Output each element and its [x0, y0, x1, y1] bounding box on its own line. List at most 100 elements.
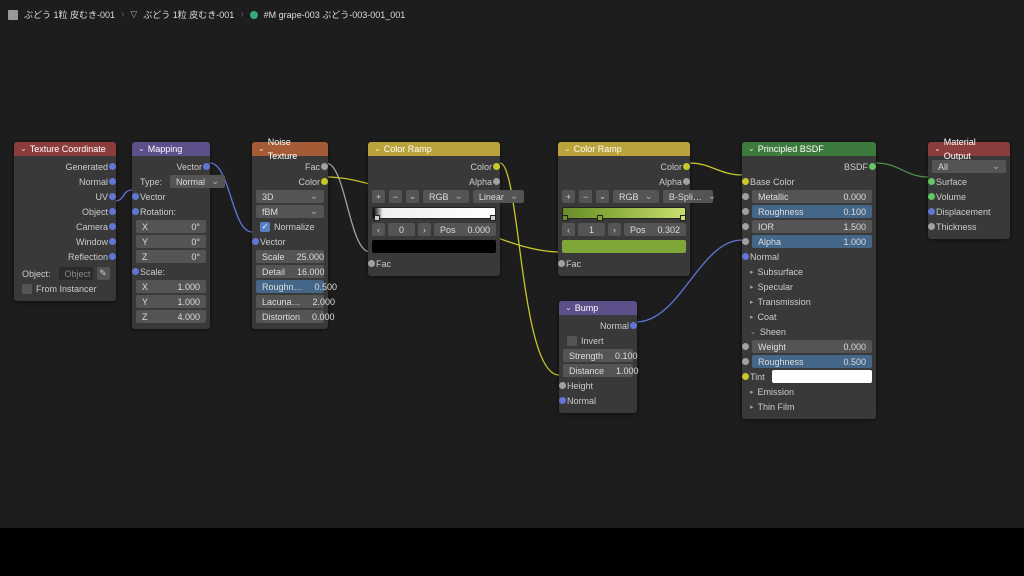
- next-stop-button[interactable]: ›: [418, 223, 431, 236]
- socket-normal-in[interactable]: Normal: [563, 394, 633, 407]
- alpha-field[interactable]: Alpha1.000: [752, 235, 872, 248]
- socket-alpha-out[interactable]: Alpha: [562, 175, 686, 188]
- socket-reflection[interactable]: Reflection: [18, 250, 112, 263]
- socket-vector-in[interactable]: Vector: [256, 235, 324, 248]
- socket-thickness-in[interactable]: Thickness: [932, 220, 1006, 233]
- socket-color-out[interactable]: Color: [372, 160, 496, 173]
- ior-field[interactable]: IOR1.500: [752, 220, 872, 233]
- breadcrumb-item[interactable]: #M grape-003 ぶどう-003-001_001: [264, 8, 406, 21]
- node-header[interactable]: ⌄Material Output: [928, 142, 1010, 156]
- socket-height-in[interactable]: Height: [563, 379, 633, 392]
- socket-camera[interactable]: Camera: [18, 220, 112, 233]
- node-color-ramp-2[interactable]: ⌄Color Ramp Color Alpha + − ⌄ RGB B-Spli…: [558, 142, 690, 276]
- breadcrumb-item[interactable]: ぶどう 1粒 皮むき-001: [24, 8, 115, 21]
- pos-field[interactable]: Pos0.302: [624, 223, 686, 236]
- weight-field[interactable]: Weight0.000: [752, 340, 872, 353]
- ramp-stop[interactable]: [597, 215, 603, 221]
- socket-color-out[interactable]: Color: [256, 175, 324, 188]
- socket-fac-in[interactable]: Fac: [372, 257, 496, 270]
- remove-stop-button[interactable]: −: [389, 190, 402, 203]
- distortion-field[interactable]: Distortion0.000: [256, 310, 324, 323]
- collapse-icon[interactable]: ⌄: [565, 301, 572, 315]
- scale-y[interactable]: Y1.000: [136, 295, 206, 308]
- sheen-roughness-field[interactable]: Roughness0.500: [752, 355, 872, 368]
- scale-x[interactable]: X1.000: [136, 280, 206, 293]
- thin-film-section[interactable]: ▸Thin Film: [746, 400, 872, 413]
- scale-z[interactable]: Z4.000: [136, 310, 206, 323]
- node-header[interactable]: ⌄Color Ramp: [368, 142, 500, 156]
- node-noise-texture[interactable]: ⌄Noise Texture Fac Color 3D fBM Normaliz…: [252, 142, 328, 329]
- ramp-menu-button[interactable]: ⌄: [596, 190, 609, 203]
- node-principled-bsdf[interactable]: ⌄Principled BSDF BSDF Base Color Metalli…: [742, 142, 876, 419]
- scale-header[interactable]: Scale:: [136, 265, 206, 278]
- stop-index-field[interactable]: 0: [388, 223, 415, 236]
- from-instancer-row[interactable]: From Instancer: [18, 282, 112, 295]
- rotation-header[interactable]: Rotation:: [136, 205, 206, 218]
- dimensions-select[interactable]: 3D: [256, 190, 324, 203]
- socket-volume-in[interactable]: Volume: [932, 190, 1006, 203]
- invert-row[interactable]: Invert: [563, 334, 633, 347]
- collapse-icon[interactable]: ⌄: [374, 142, 381, 156]
- object-picker[interactable]: Object: [59, 267, 93, 280]
- color-mode-select[interactable]: RGB: [423, 190, 469, 203]
- collapse-icon[interactable]: ⌄: [258, 142, 265, 156]
- ramp-stop[interactable]: [374, 215, 380, 221]
- socket-normal-in[interactable]: Normal: [746, 250, 872, 263]
- socket-window[interactable]: Window: [18, 235, 112, 248]
- node-header[interactable]: ⌄Texture Coordinate: [14, 142, 116, 156]
- socket-generated[interactable]: Generated: [18, 160, 112, 173]
- socket-fac-out[interactable]: Fac: [256, 160, 324, 173]
- collapse-icon[interactable]: ⌄: [748, 142, 755, 156]
- socket-vector-out[interactable]: Vector: [136, 160, 206, 173]
- prev-stop-button[interactable]: ‹: [562, 223, 575, 236]
- type-select[interactable]: Normal: [170, 175, 225, 188]
- socket-base-color-in[interactable]: Base Color: [746, 175, 872, 188]
- node-color-ramp-1[interactable]: ⌄Color Ramp Color Alpha + − ⌄ RGB Linear…: [368, 142, 500, 276]
- socket-normal[interactable]: Normal: [18, 175, 112, 188]
- roughness-field[interactable]: Roughn…0.500: [256, 280, 324, 293]
- stop-color-swatch[interactable]: [562, 240, 686, 253]
- node-material-output[interactable]: ⌄Material Output All Surface Volume Disp…: [928, 142, 1010, 239]
- breadcrumb-item[interactable]: ぶどう 1粒 皮むき-001: [143, 8, 234, 21]
- emission-section[interactable]: ▸Emission: [746, 385, 872, 398]
- tint-swatch[interactable]: [772, 370, 872, 383]
- stop-color-swatch[interactable]: [372, 240, 496, 253]
- ramp-stop[interactable]: [562, 215, 568, 221]
- target-select[interactable]: All: [932, 160, 1006, 173]
- ramp-stop[interactable]: [680, 215, 686, 221]
- breadcrumb[interactable]: ぶどう 1粒 皮むき-001 › ▽ ぶどう 1粒 皮むき-001 › #M g…: [8, 8, 405, 21]
- socket-alpha-out[interactable]: Alpha: [372, 175, 496, 188]
- collapse-icon[interactable]: ⌄: [934, 142, 941, 156]
- socket-surface-in[interactable]: Surface: [932, 175, 1006, 188]
- socket-fac-in[interactable]: Fac: [562, 257, 686, 270]
- detail-field[interactable]: Detail16.000: [256, 265, 324, 278]
- invert-checkbox[interactable]: [567, 336, 577, 346]
- socket-bsdf-out[interactable]: BSDF: [746, 160, 872, 173]
- transmission-section[interactable]: ▸Transmission: [746, 295, 872, 308]
- eyedropper-button[interactable]: ✎: [97, 267, 110, 280]
- ramp-stop[interactable]: [490, 215, 496, 221]
- normalize-checkbox[interactable]: [260, 222, 270, 232]
- ramp-menu-button[interactable]: ⌄: [406, 190, 419, 203]
- roughness-field[interactable]: Roughness0.100: [752, 205, 872, 218]
- node-header[interactable]: ⌄Principled BSDF: [742, 142, 876, 156]
- collapse-icon[interactable]: ⌄: [20, 142, 27, 156]
- interp-select[interactable]: B-Spli…: [663, 190, 713, 203]
- socket-object[interactable]: Object: [18, 205, 112, 218]
- node-texture-coordinate[interactable]: ⌄Texture Coordinate Generated Normal UV …: [14, 142, 116, 301]
- socket-displacement-in[interactable]: Displacement: [932, 205, 1006, 218]
- node-bump[interactable]: ⌄Bump Normal Invert Strength0.100 Distan…: [559, 301, 637, 413]
- lacunarity-field[interactable]: Lacuna…2.000: [256, 295, 324, 308]
- socket-vector-in[interactable]: Vector: [136, 190, 206, 203]
- subsurface-section[interactable]: ▸Subsurface: [746, 265, 872, 278]
- color-ramp-gradient[interactable]: [562, 207, 686, 219]
- strength-field[interactable]: Strength0.100: [563, 349, 633, 362]
- color-mode-select[interactable]: RGB: [613, 190, 659, 203]
- distance-field[interactable]: Distance1.000: [563, 364, 633, 377]
- specular-section[interactable]: ▸Specular: [746, 280, 872, 293]
- mode-select[interactable]: fBM: [256, 205, 324, 218]
- collapse-icon[interactable]: ⌄: [564, 142, 571, 156]
- interp-select[interactable]: Linear: [473, 190, 524, 203]
- node-header[interactable]: ⌄Mapping: [132, 142, 210, 156]
- pos-field[interactable]: Pos0.000: [434, 223, 496, 236]
